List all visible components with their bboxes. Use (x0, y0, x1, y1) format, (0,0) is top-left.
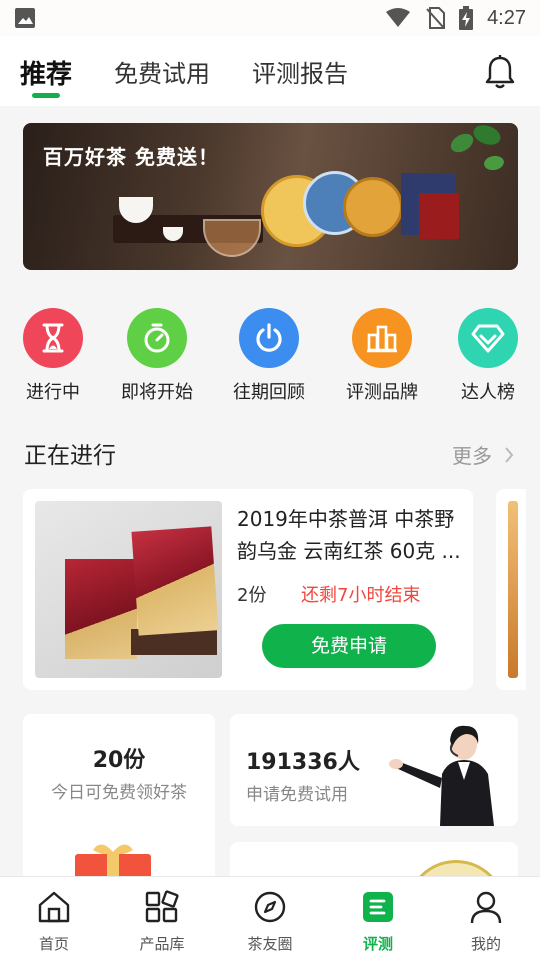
home-icon (36, 889, 72, 925)
compass-icon (252, 889, 288, 925)
nav-label: 茶友圈 (247, 935, 293, 953)
tab-review-reports[interactable]: 评测报告 (252, 54, 348, 98)
nav-home[interactable]: 首页 (0, 877, 108, 960)
category-label: 进行中 (26, 382, 80, 403)
bottom-navigation: 首页 产品库 茶友圈 评测 我的 (0, 876, 540, 960)
timer-icon (127, 308, 187, 368)
nav-review[interactable]: 评测 (324, 877, 432, 960)
top-tab-bar: 推荐 免费试用 评测报告 (0, 36, 540, 106)
applicants-label: 申请免费试用 (246, 785, 348, 805)
applicants-panel[interactable]: 191336人 申请免费试用 (230, 714, 518, 826)
tab-free-trial[interactable]: 免费试用 (114, 54, 210, 98)
free-today-panel[interactable]: 20份 今日可免费领好茶 (23, 714, 215, 900)
trial-copies: 2份 (237, 585, 267, 606)
nav-label: 产品库 (139, 935, 185, 953)
category-past-review[interactable]: 往期回顾 (219, 308, 319, 404)
nav-label: 首页 (38, 935, 69, 953)
product-title: 2019年中茶普洱 中茶野韵乌金 云南红茶 60克 ... (237, 507, 461, 563)
category-shortcuts: 进行中 即将开始 往期回顾 评测品牌 达人榜 (0, 300, 540, 412)
category-ongoing[interactable]: 进行中 (3, 308, 103, 404)
glass-teapot-image (203, 219, 261, 257)
free-today-label: 今日可免费领好茶 (51, 783, 187, 803)
category-label: 达人榜 (461, 382, 515, 403)
notification-bell-icon[interactable] (484, 54, 516, 90)
more-label: 更多 (452, 444, 492, 468)
image-notification-icon (15, 8, 35, 28)
battery-charging-icon (459, 6, 474, 30)
time-remaining: 还剩7小时结束 (301, 585, 421, 606)
more-link[interactable]: 更多 (452, 440, 514, 469)
status-bar: 4:27 (0, 0, 540, 36)
product-thumbnail (508, 501, 518, 678)
tab-recommend[interactable]: 推荐 (20, 54, 72, 98)
buildings-icon (352, 308, 412, 368)
nav-product-library[interactable]: 产品库 (108, 877, 216, 960)
trial-card[interactable]: 2019年中茶普洱 中茶野韵乌金 云南红茶 60克 ... 2份 还剩7小时结束… (23, 489, 473, 690)
product-thumbnail (35, 501, 222, 678)
nav-tea-circle[interactable]: 茶友圈 (216, 877, 324, 960)
free-today-count: 20份 (92, 748, 146, 773)
customer-service-agent-image (389, 725, 494, 826)
tea-cake-image (343, 177, 403, 237)
nav-label: 我的 (470, 935, 501, 953)
diamond-icon (458, 308, 518, 368)
applicants-count: 191336人 (246, 750, 360, 775)
grid-icon (144, 889, 180, 925)
person-icon (468, 889, 504, 925)
product-box-image (65, 559, 137, 659)
tea-leaves-decoration (450, 125, 504, 171)
category-upcoming[interactable]: 即将开始 (107, 308, 207, 404)
banner-headline: 百万好茶 免费送！ (43, 145, 219, 169)
wifi-icon (386, 8, 411, 27)
nav-label: 评测 (362, 935, 393, 953)
apply-free-button[interactable]: 免费申请 (262, 624, 436, 668)
review-icon (360, 889, 396, 925)
promo-banner[interactable]: 百万好茶 免费送！ (23, 123, 518, 270)
hourglass-icon (23, 308, 83, 368)
category-label: 即将开始 (121, 382, 193, 403)
category-label: 评测品牌 (346, 382, 418, 403)
category-review-brands[interactable]: 评测品牌 (332, 308, 432, 404)
next-trial-card-peek[interactable] (496, 489, 526, 690)
power-icon (239, 308, 299, 368)
section-title-ongoing: 正在进行 (24, 443, 116, 469)
tea-box-image (419, 193, 459, 239)
no-sim-icon (426, 7, 446, 29)
nav-mine[interactable]: 我的 (432, 877, 540, 960)
status-time: 4:27 (487, 6, 526, 29)
chevron-right-icon (505, 446, 514, 463)
category-experts-ranking[interactable]: 达人榜 (438, 308, 538, 404)
product-box-image (131, 526, 219, 636)
category-label: 往期回顾 (233, 382, 305, 403)
